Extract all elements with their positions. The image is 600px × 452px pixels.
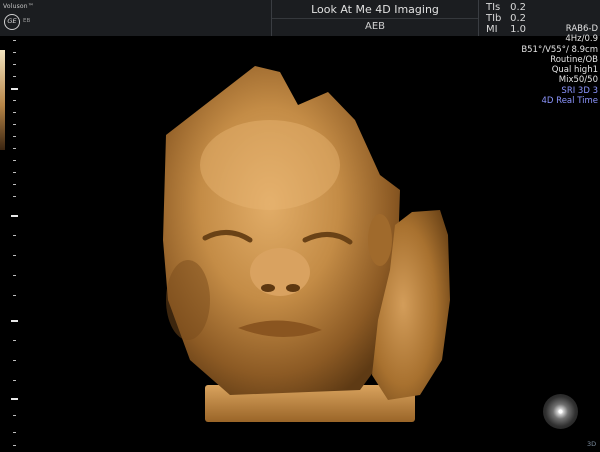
scale-tick xyxy=(13,445,16,446)
render-nostril-left xyxy=(261,284,275,292)
scale-tick xyxy=(13,184,16,185)
mix-label: Mix50/50 xyxy=(558,75,598,86)
scale-tick xyxy=(13,136,16,137)
application-label: Routine/OB xyxy=(550,54,598,65)
render-ear xyxy=(368,214,392,266)
render-head xyxy=(163,66,400,395)
safety-label: TIb xyxy=(486,13,502,24)
acquisition-parameters: RAB6-D 4Hz/0.9 B51°/V55°/ 8.9cm Routine/… xyxy=(521,24,598,106)
safety-value: 0.2 xyxy=(510,13,526,24)
scale-tick xyxy=(13,360,16,361)
render-nostril-right xyxy=(286,284,300,292)
scale-tick xyxy=(13,76,16,77)
safety-value: 0.2 xyxy=(510,2,526,13)
scale-tick xyxy=(13,295,16,296)
scale-tick xyxy=(13,340,16,341)
scale-tick xyxy=(13,255,16,256)
volume-render-image[interactable] xyxy=(0,36,600,452)
scale-tick xyxy=(13,124,16,125)
header-divider-middle xyxy=(272,18,478,19)
preset-label: AEB xyxy=(364,21,386,32)
render-forehead-highlight xyxy=(200,120,340,210)
scale-tick xyxy=(13,52,16,53)
scale-tick xyxy=(13,148,16,149)
depth-scale xyxy=(11,40,23,450)
probe-mode-label: EB xyxy=(23,18,31,24)
color-map-bar xyxy=(0,50,5,150)
scale-tick-major xyxy=(11,398,18,400)
scale-tick xyxy=(13,432,16,433)
scale-tick xyxy=(13,415,16,416)
light-source-icon[interactable] xyxy=(543,394,578,429)
brand-label: Voluson™ xyxy=(3,3,34,10)
frequency-label: 4Hz/0.9 xyxy=(565,34,598,45)
scale-tick xyxy=(13,112,16,113)
mode-label: 4D Real Time xyxy=(541,96,598,107)
render-nose xyxy=(250,248,310,296)
header-divider-right xyxy=(478,0,479,36)
safety-row-mi: MI 1.0 xyxy=(486,24,526,35)
safety-indices: TIs 0.2 TIb 0.2 MI 1.0 xyxy=(486,2,526,35)
scale-tick xyxy=(13,196,16,197)
scale-tick xyxy=(13,64,16,65)
scale-tick xyxy=(13,100,16,101)
scale-tick xyxy=(13,172,16,173)
scale-tick-major xyxy=(11,215,18,217)
sri-label: SRI 3D 3 xyxy=(561,85,598,96)
safety-row-tis: TIs 0.2 xyxy=(486,2,526,13)
safety-row-tib: TIb 0.2 xyxy=(486,13,526,24)
angles-depth-label: B51°/V55°/ 8.9cm xyxy=(521,44,598,55)
safety-label: MI xyxy=(486,24,498,35)
view-tag: 3D xyxy=(587,440,597,448)
safety-label: TIs xyxy=(486,2,501,13)
scale-tick-major xyxy=(11,88,18,90)
scale-tick xyxy=(13,160,16,161)
quality-label: Qual high1 xyxy=(551,65,598,76)
scale-tick xyxy=(13,380,16,381)
scale-tick xyxy=(13,40,16,41)
ge-logo-icon: GE xyxy=(4,14,20,30)
page-title: Look At Me 4D Imaging xyxy=(311,3,439,16)
scale-tick-major xyxy=(11,320,18,322)
scale-tick xyxy=(13,275,16,276)
scale-tick xyxy=(13,235,16,236)
render-cheek-shadow xyxy=(166,260,210,340)
probe-label: RAB6-D xyxy=(565,24,598,34)
